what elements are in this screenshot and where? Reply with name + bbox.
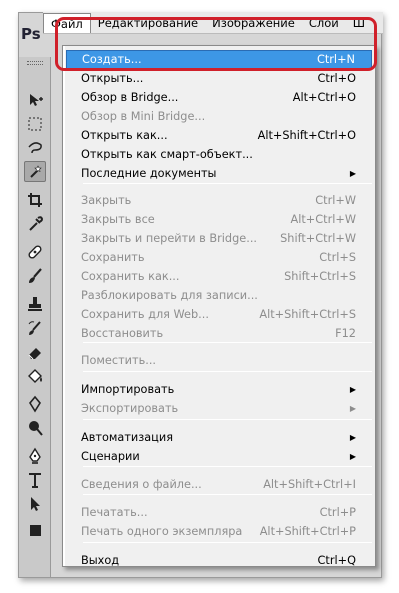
history-brush-tool-icon[interactable] (24, 317, 46, 338)
menu-separator (83, 419, 372, 420)
path-selection-tool-icon[interactable] (24, 493, 46, 514)
menu-item-label: Автоматизация (81, 431, 174, 444)
panel-grip[interactable] (27, 61, 43, 65)
menu-item-label: Поместить... (81, 354, 157, 367)
annotation-highlight (55, 17, 377, 71)
submenu-arrow-icon: ▶ (349, 385, 356, 394)
menu-item-label: Открыть... (81, 72, 144, 85)
menu-item-shortcut: Shift+Ctrl+W (280, 232, 356, 245)
dodge-tool-icon[interactable] (24, 417, 46, 438)
tools-panel (19, 57, 51, 577)
menu-item: Поместить... (66, 351, 372, 370)
menu-item-shortcut: Ctrl+Q (317, 554, 356, 567)
submenu-arrow-icon: ▶ (349, 404, 356, 413)
menu-item: Экспортировать ▶ (66, 399, 372, 418)
menu-item[interactable]: Открыть как смарт-объект... (66, 145, 372, 164)
menu-item-shortcut: Shift+Ctrl+S (284, 270, 356, 283)
healing-brush-tool-icon[interactable] (24, 241, 46, 262)
menu-item[interactable]: Последние документы ▶ (66, 164, 372, 183)
menu-item-label: Закрыть (81, 194, 132, 207)
menu-item-shortcut: Alt+Ctrl+W (290, 213, 357, 226)
menu-separator (83, 542, 372, 543)
menu-item-label: Обзор в Mini Bridge... (81, 110, 206, 123)
menu-item: Печать одного экземпляра Alt+Shift+Ctrl+P (66, 522, 372, 541)
menu-item-label: Последние документы (81, 167, 217, 180)
menu-item-shortcut: Alt+Shift+Ctrl+P (259, 525, 356, 538)
menu-item[interactable]: Импортировать ▶ (66, 380, 372, 399)
menu-item[interactable]: Открыть как... Alt+Shift+Ctrl+O (66, 126, 372, 145)
menu-separator (83, 342, 372, 343)
pen-tool-icon[interactable] (24, 445, 46, 466)
submenu-arrow-icon: ▶ (349, 433, 356, 442)
menu-item-label: Закрыть все (81, 213, 155, 226)
menu-item-label: Разблокировать для записи... (81, 289, 258, 302)
marquee-tool-icon[interactable] (24, 113, 46, 134)
menu-item-shortcut: Ctrl+W (315, 194, 356, 207)
menu-item-label: Закрыть и перейти в Bridge... (81, 232, 258, 245)
menu-item-label: Сохранить как... (81, 270, 180, 283)
menu-item: Восстановить F12 (66, 324, 372, 343)
brush-tool-icon[interactable] (24, 265, 46, 286)
menu-item-shortcut: Ctrl+P (319, 506, 356, 519)
magic-wand-tool-icon[interactable] (24, 161, 46, 182)
menu-gutter (63, 46, 65, 566)
menu-item-label: Импортировать (81, 383, 175, 396)
menu-item: Закрыть Ctrl+W (66, 191, 372, 210)
clone-stamp-tool-icon[interactable] (24, 293, 46, 314)
lasso-tool-icon[interactable] (24, 137, 46, 158)
menu-item-label: Печатать... (81, 506, 148, 519)
menu-item-shortcut: Alt+Ctrl+O (292, 91, 356, 104)
menu-item-label: Сведения о файле... (81, 478, 202, 491)
move-tool-icon[interactable] (24, 89, 46, 110)
menu-item-shortcut: Alt+Shift+Ctrl+O (257, 129, 356, 142)
menu-item-shortcut: F12 (335, 327, 356, 340)
menu-separator (83, 183, 372, 184)
shape-tool-icon[interactable] (24, 519, 46, 540)
menu-item: Сохранить для Web... Alt+Shift+Ctrl+S (66, 305, 372, 324)
menu-item-label: Сохранить для Web... (81, 308, 209, 321)
menu-item[interactable]: Автоматизация ▶ (66, 428, 372, 447)
menu-item-label: Сохранить (81, 251, 145, 264)
menu-item[interactable]: Открыть... Ctrl+O (66, 69, 372, 88)
app-logo: Ps (21, 25, 41, 43)
blur-tool-icon[interactable] (24, 393, 46, 414)
menu-separator (83, 494, 372, 495)
eyedropper-tool-icon[interactable] (24, 213, 46, 234)
menu-item: Закрыть все Alt+Ctrl+W (66, 210, 372, 229)
menu-item-shortcut: Ctrl+O (317, 72, 356, 85)
menu-item-label: Сценарии (81, 450, 140, 463)
menu-item: Обзор в Mini Bridge... (66, 107, 372, 126)
paint-bucket-tool-icon[interactable] (24, 365, 46, 386)
menu-item: Разблокировать для записи... (66, 286, 372, 305)
menu-item-shortcut: Ctrl+S (319, 251, 356, 264)
crop-tool-icon[interactable] (24, 189, 46, 210)
menu-item-shortcut: Alt+Shift+Ctrl+S (259, 308, 356, 321)
menu-item-label: Открыть как... (81, 129, 168, 142)
menu-item-label: Выход (81, 554, 120, 567)
type-tool-icon[interactable] (24, 469, 46, 490)
menu-item-label: Обзор в Bridge... (81, 91, 179, 104)
submenu-arrow-icon: ▶ (349, 452, 356, 461)
menu-item-label: Экспортировать (81, 402, 179, 415)
menu-item-label: Восстановить (81, 327, 164, 340)
menu-item-label: Открыть как смарт-объект... (81, 148, 253, 161)
menu-item: Сохранить Ctrl+S (66, 248, 372, 267)
menu-separator (83, 466, 372, 467)
eraser-tool-icon[interactable] (24, 341, 46, 362)
menu-separator (83, 371, 372, 372)
menu-item: Закрыть и перейти в Bridge... Shift+Ctrl+… (66, 229, 372, 248)
menu-item-shortcut: Alt+Shift+Ctrl+I (263, 478, 356, 491)
file-menu-dropdown: Создать... Ctrl+N Открыть... Ctrl+O Обзор в … (62, 45, 376, 567)
submenu-arrow-icon: ▶ (349, 169, 356, 178)
menu-item: Сведения о файле... Alt+Shift+Ctrl+I (66, 475, 372, 494)
menu-item: Печатать... Ctrl+P (66, 503, 372, 522)
menu-item: Сохранить как... Shift+Ctrl+S (66, 267, 372, 286)
menu-item[interactable]: Выход Ctrl+Q (66, 551, 372, 570)
menu-item[interactable]: Сценарии ▶ (66, 447, 372, 466)
menu-item[interactable]: Обзор в Bridge... Alt+Ctrl+O (66, 88, 372, 107)
menu-item-label: Печать одного экземпляра (81, 525, 243, 538)
